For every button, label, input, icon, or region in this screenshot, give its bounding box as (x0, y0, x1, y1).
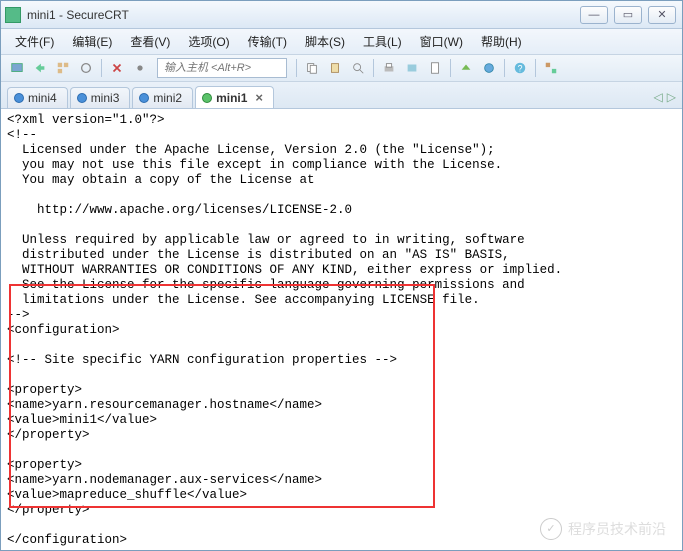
maximize-button[interactable]: ▭ (614, 6, 642, 24)
tile-icon[interactable] (541, 58, 561, 78)
menu-options[interactable]: 选项(O) (180, 31, 237, 52)
watermark: ✓ 程序员技术前沿 (540, 518, 666, 540)
menu-script[interactable]: 脚本(S) (297, 31, 353, 52)
options-icon[interactable] (402, 58, 422, 78)
menu-window[interactable]: 窗口(W) (412, 31, 471, 52)
disconnect-icon[interactable] (107, 58, 127, 78)
window-title: mini1 - SecureCRT (27, 8, 580, 22)
app-icon (5, 7, 21, 23)
tab-prev-icon[interactable]: ◁ (654, 90, 663, 104)
tab-next-icon[interactable]: ▷ (667, 90, 676, 104)
tab-mini3[interactable]: mini3 (70, 87, 131, 108)
host-input[interactable] (157, 58, 287, 78)
menu-help[interactable]: 帮助(H) (473, 31, 530, 52)
menubar: 文件(F) 编辑(E) 查看(V) 选项(O) 传输(T) 脚本(S) 工具(L… (1, 29, 682, 55)
session-manager-icon[interactable] (53, 58, 73, 78)
minimize-button[interactable]: — (580, 6, 608, 24)
svg-text:?: ? (518, 64, 523, 74)
print-icon[interactable] (379, 58, 399, 78)
menu-file[interactable]: 文件(F) (7, 31, 62, 52)
tab-mini4[interactable]: mini4 (7, 87, 68, 108)
menu-tools[interactable]: 工具(L) (355, 31, 410, 52)
menu-transfer[interactable]: 传输(T) (240, 31, 295, 52)
tab-mini2[interactable]: mini2 (132, 87, 193, 108)
settings-icon[interactable] (130, 58, 150, 78)
status-dot-icon (77, 93, 87, 103)
tab-mini1[interactable]: mini1 × (195, 86, 274, 108)
toolbar: ? (1, 55, 682, 82)
transfer-icon[interactable] (456, 58, 476, 78)
separator-icon (450, 59, 451, 77)
globe-icon[interactable] (479, 58, 499, 78)
tab-nav: ◁ ▷ (654, 90, 676, 108)
titlebar: mini1 - SecureCRT — ▭ ✕ (1, 1, 682, 29)
connect-icon[interactable] (7, 58, 27, 78)
watermark-label: 程序员技术前沿 (568, 522, 666, 537)
status-dot-icon (14, 93, 24, 103)
terminal-lines: <?xml version="1.0"?> <!-- Licensed unde… (7, 113, 562, 547)
paste-icon[interactable] (325, 58, 345, 78)
tab-label: mini2 (153, 91, 182, 105)
quick-connect-icon[interactable] (30, 58, 50, 78)
reconnect-icon[interactable] (76, 58, 96, 78)
log-icon[interactable] (425, 58, 445, 78)
copy-icon[interactable] (302, 58, 322, 78)
separator-icon (296, 59, 297, 77)
tab-label: mini4 (28, 91, 57, 105)
wechat-icon: ✓ (540, 518, 562, 540)
app-window: mini1 - SecureCRT — ▭ ✕ 文件(F) 编辑(E) 查看(V… (0, 0, 683, 551)
menu-view[interactable]: 查看(V) (122, 31, 178, 52)
separator-icon (101, 59, 102, 77)
tab-close-icon[interactable]: × (255, 90, 263, 105)
tabs-bar: mini4 mini3 mini2 mini1 × ◁ ▷ (1, 82, 682, 109)
close-button[interactable]: ✕ (648, 6, 676, 24)
tilde-line: ~ (7, 548, 15, 550)
help-icon[interactable]: ? (510, 58, 530, 78)
status-dot-icon (202, 93, 212, 103)
menu-edit[interactable]: 编辑(E) (64, 31, 120, 52)
find-icon[interactable] (348, 58, 368, 78)
window-controls: — ▭ ✕ (580, 6, 676, 24)
tab-label: mini1 (216, 91, 247, 105)
separator-icon (535, 59, 536, 77)
terminal-content[interactable]: <?xml version="1.0"?> <!-- Licensed unde… (1, 109, 682, 550)
tab-label: mini3 (91, 91, 120, 105)
separator-icon (504, 59, 505, 77)
status-dot-icon (139, 93, 149, 103)
separator-icon (373, 59, 374, 77)
